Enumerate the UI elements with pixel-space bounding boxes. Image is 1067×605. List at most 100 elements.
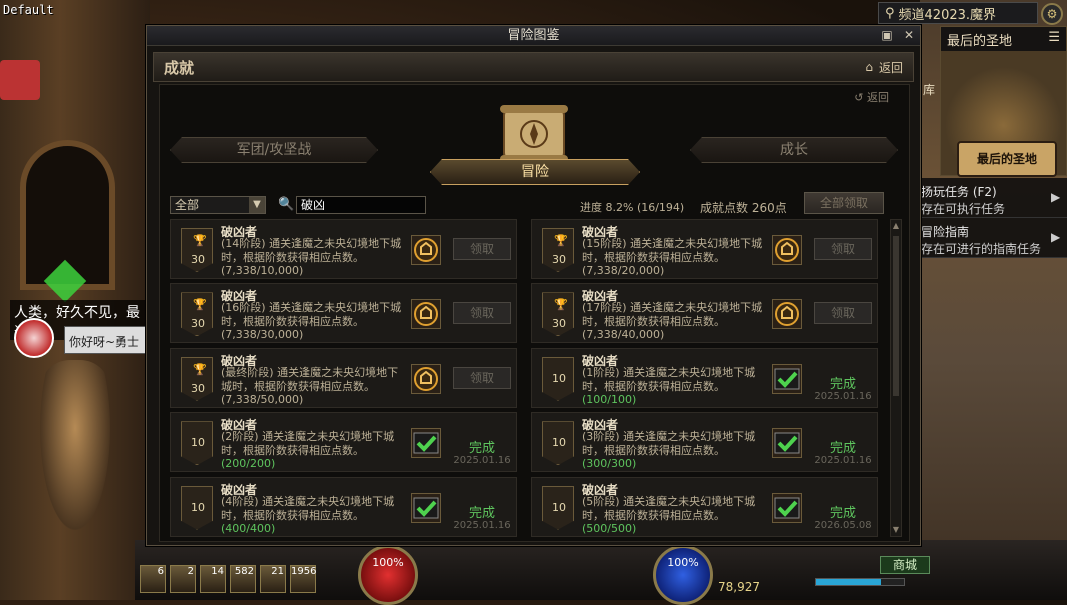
reward-emblem-icon[interactable]: [772, 235, 802, 265]
hp-orb: 100%: [358, 545, 418, 605]
achievement-progress: (400/400): [221, 521, 276, 535]
quest-row-subtitle: 存在可执行任务: [921, 202, 1006, 216]
badge-points: 10: [552, 371, 566, 385]
completed-label: 完成: [829, 441, 856, 457]
dialog-titlebar[interactable]: 冒险图鉴 ▣ ✕: [147, 26, 920, 46]
skill-slot[interactable]: 21: [260, 565, 286, 593]
badge-points: 30: [191, 381, 205, 395]
check-mark-icon[interactable]: [411, 428, 441, 459]
achievement-description: (1阶段) 通关逢魔之未央幻境地下城时，根据阶数获得相应点数。: [582, 365, 756, 393]
section-header: 成就 ⌂ 返回: [153, 52, 914, 82]
skill-slot[interactable]: 1956: [290, 565, 316, 593]
quest-tracker: 扬玩任务 (F2) 存在可执行任务 ▶ 冒险指南 存在可进行的指南任务 ▶: [915, 178, 1067, 258]
scrollbar[interactable]: ▲ ▼: [890, 219, 902, 537]
claim-button[interactable]: 领取: [453, 238, 511, 260]
achievement-description: (15阶段) 通关逢魔之未央幻境地下城时，根据阶数获得相应点数。: [582, 237, 763, 264]
achievement-panel: ↺ 返回 军团/攻坚战 冒险 成长 全部 ▼ 🔍 破凶 进度 8.2% (16/…: [159, 84, 910, 542]
minimap-menu-icon[interactable]: ☰: [1048, 30, 1060, 48]
minimap-map[interactable]: 库 最后的圣地: [923, 51, 1066, 177]
badge-points: 30: [191, 317, 205, 331]
tab-legion-raid[interactable]: 军团/攻坚战: [170, 137, 378, 163]
trophy-icon: 🏆: [554, 234, 568, 247]
achievement-card: 🏆 30 破凶者 (最终阶段) 通关逢魔之未央幻境地下城时，根据阶数获得相应点数…: [170, 347, 517, 408]
debug-label: Default: [3, 3, 54, 17]
skill-slot[interactable]: 6: [140, 565, 166, 593]
settings-gear-icon[interactable]: ⚙: [1041, 3, 1063, 25]
check-mark-icon[interactable]: [411, 492, 441, 523]
expand-arrow-icon[interactable]: ▶: [1051, 190, 1065, 206]
npc-speech-bubble: 你好呀~勇士: [64, 326, 154, 354]
shop-button[interactable]: 商城: [880, 556, 930, 574]
achievement-badge: 10: [542, 356, 574, 401]
badge-points: 30: [552, 317, 566, 331]
inner-return-button[interactable]: ↺ 返回: [854, 89, 889, 105]
exp-bar-fill: [816, 579, 882, 585]
completed-date: 2025.01.16: [814, 390, 872, 402]
search-input[interactable]: 破凶: [296, 196, 426, 214]
player-character[interactable]: [40, 360, 110, 530]
check-mark-icon[interactable]: [772, 363, 802, 394]
claim-button[interactable]: 领取: [814, 302, 872, 325]
claim-button[interactable]: 领取: [453, 366, 511, 389]
achievement-badge: 10: [542, 421, 574, 466]
skill-slot[interactable]: 14: [200, 565, 226, 593]
minimap[interactable]: 最后的圣地 ☰ 库 最后的圣地: [923, 26, 1067, 177]
check-mark-icon[interactable]: [772, 428, 802, 459]
tab-growth[interactable]: 成长: [690, 137, 898, 163]
achievement-badge: 10: [181, 421, 213, 466]
completed-date: 2025.01.16: [453, 455, 511, 467]
reward-emblem-icon[interactable]: [411, 299, 441, 330]
completed-date: 2026.05.08: [814, 519, 872, 531]
achievement-card: 🏆 30 破凶者 (14阶段) 通关逢魔之未央幻境地下城时，根据阶数获得相应点数…: [170, 219, 517, 279]
skill-slot[interactable]: 2: [170, 565, 196, 593]
completed-label: 完成: [468, 441, 495, 457]
expand-arrow-icon[interactable]: ▶: [1051, 230, 1065, 246]
badge-points: 10: [552, 500, 566, 514]
achievement-card: 10 破凶者 (1阶段) 通关逢魔之未央幻境地下城时，根据阶数获得相应点数。 (…: [531, 347, 878, 408]
minimap-title: 最后的圣地: [947, 34, 1013, 49]
home-icon: ⌂: [865, 60, 873, 74]
achievement-progress: (500/500): [582, 521, 637, 535]
scroll-down-icon[interactable]: ▼: [892, 525, 900, 535]
achievement-card: 10 破凶者 (2阶段) 通关逢魔之未央幻境地下城时，根据阶数获得相应点数。 (…: [170, 412, 517, 473]
achievement-card: 🏆 30 破凶者 (16阶段) 通关逢魔之未央幻境地下城时，根据阶数获得相应点数…: [170, 283, 517, 344]
badge-points: 30: [191, 253, 205, 266]
achievement-card: 10 破凶者 (4阶段) 通关逢魔之未央幻境地下城时，根据阶数获得相应点数。 (…: [170, 476, 517, 537]
achievement-badge: 🏆 30: [181, 292, 213, 337]
minimap-location-label: 最后的圣地: [957, 141, 1057, 177]
channel-bar[interactable]: ⚲ 频道42023.魔界: [878, 2, 1038, 24]
quest-row-subtitle: 存在可进行的指南任务: [921, 242, 1042, 256]
reward-emblem-icon[interactable]: [411, 235, 441, 265]
achievement-progress: (200/200): [221, 457, 276, 471]
minimize-icon[interactable]: ▣: [880, 28, 894, 42]
achievement-description: (5阶段) 通关逢魔之未央幻境地下城时，根据阶数获得相应点数。: [582, 494, 756, 522]
reward-emblem-icon[interactable]: [772, 299, 802, 330]
achievement-progress: (7,338/40,000): [582, 328, 665, 342]
back-label: 返回: [878, 60, 903, 75]
claim-all-button[interactable]: 全部领取: [804, 192, 884, 214]
skill-slot[interactable]: 582: [230, 565, 256, 593]
category-select[interactable]: 全部 ▼: [170, 196, 266, 214]
check-mark-icon[interactable]: [772, 492, 802, 523]
completed-date: 2025.01.16: [453, 519, 511, 531]
close-icon[interactable]: ✕: [902, 28, 916, 42]
scroll-thumb[interactable]: [893, 236, 899, 396]
reward-emblem-icon[interactable]: [411, 363, 441, 394]
claim-button[interactable]: 领取: [453, 302, 511, 325]
completed-label: 完成: [829, 505, 856, 521]
achievement-list: 🏆 30 破凶者 (14阶段) 通关逢魔之未央幻境地下城时，根据阶数获得相应点数…: [170, 219, 880, 537]
claim-button[interactable]: 领取: [814, 238, 872, 260]
progress-text: 进度 8.2% (16/194): [580, 201, 685, 214]
achievement-progress: (7,338/50,000): [221, 392, 304, 406]
tab-adventure[interactable]: 冒险: [430, 159, 640, 185]
quest-row-guide[interactable]: 冒险指南 存在可进行的指南任务 ▶: [915, 218, 1067, 258]
achievement-progress: (300/300): [582, 457, 637, 471]
chevron-down-icon[interactable]: ▼: [249, 197, 265, 213]
scroll-up-icon[interactable]: ▲: [892, 221, 900, 231]
quest-row-main[interactable]: 扬玩任务 (F2) 存在可执行任务 ▶: [915, 178, 1067, 218]
achievement-badge: 🏆 30: [181, 228, 213, 272]
completed-date: 2025.01.16: [814, 455, 872, 467]
achievement-card: 🏆 30 破凶者 (17阶段) 通关逢魔之未央幻境地下城时，根据阶数获得相应点数…: [531, 283, 878, 344]
back-button[interactable]: ⌂ 返回: [865, 59, 903, 76]
achievement-description: (16阶段) 通关逢魔之未央幻境地下城时，根据阶数获得相应点数。: [221, 301, 402, 329]
